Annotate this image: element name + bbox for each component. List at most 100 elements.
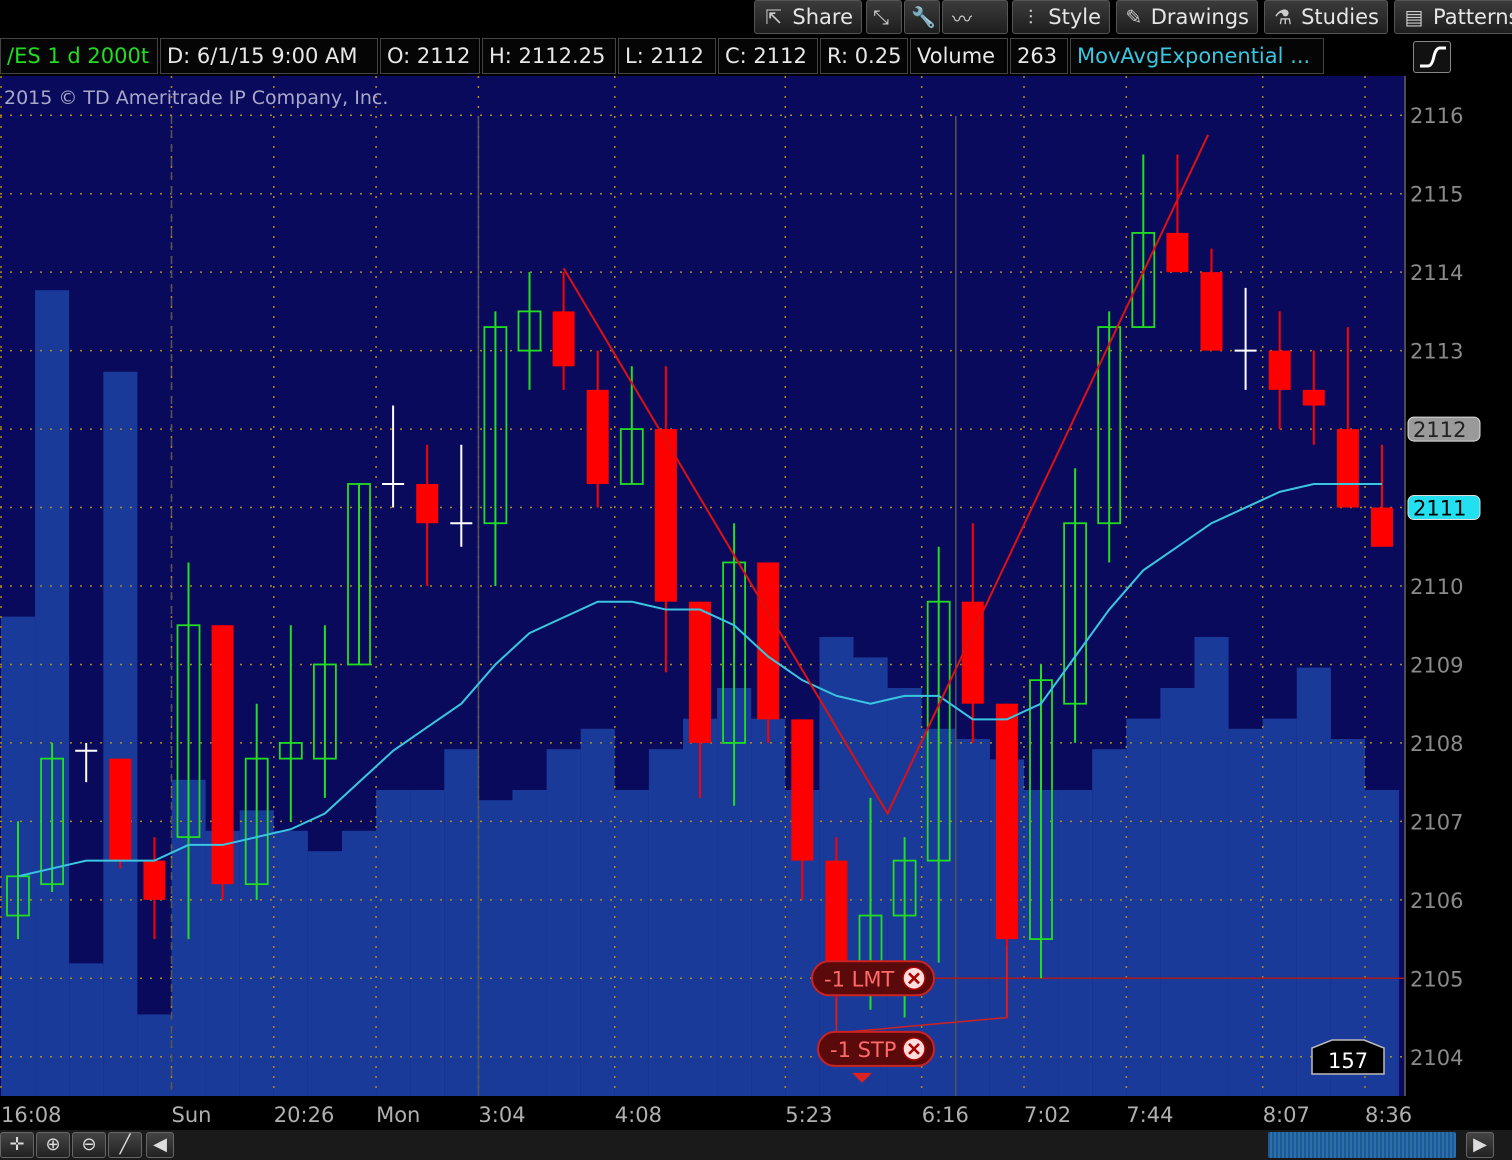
curve-icon xyxy=(1420,46,1446,68)
x-tick-label: 3:04 xyxy=(478,1103,525,1127)
volume-bar xyxy=(1228,728,1263,1096)
y-tick-label: 2109 xyxy=(1410,653,1463,677)
volume-bar xyxy=(1058,790,1093,1096)
y-tick-label: 2115 xyxy=(1410,183,1463,207)
candle-body[interactable] xyxy=(757,562,780,720)
scroll-left-icon[interactable]: ◀ xyxy=(146,1132,174,1158)
x-tick-label: 20:26 xyxy=(274,1103,335,1127)
range-field: R: 0.25 xyxy=(820,38,908,74)
volume-bar xyxy=(955,739,990,1096)
volume-bar xyxy=(1092,749,1127,1096)
volume-bar xyxy=(614,790,649,1096)
info-bar: /ES 1 d 2000t D: 6/1/15 9:00 AM O: 2112 … xyxy=(0,38,1330,74)
copyright-text: 2015 © TD Ameritrade IP Company, Inc. xyxy=(4,87,388,109)
volume-bar xyxy=(69,963,104,1096)
volume-bar xyxy=(1262,718,1297,1096)
volume-bar xyxy=(1194,637,1229,1096)
candle-body[interactable] xyxy=(1371,507,1393,547)
date-field: D: 6/1/15 9:00 AM xyxy=(160,38,378,74)
candle-body[interactable] xyxy=(995,703,1018,940)
volume-bar xyxy=(103,371,138,1096)
volume-bar xyxy=(444,749,479,1096)
candle-body[interactable] xyxy=(552,311,575,367)
arrows-button[interactable]: ⤡ xyxy=(866,0,902,34)
price-marker-label: 2111 xyxy=(1413,497,1466,521)
close-field: C: 2112 xyxy=(718,38,818,74)
y-tick-label: 2110 xyxy=(1410,575,1463,599)
candle-body[interactable] xyxy=(109,758,132,861)
style-button[interactable]: ⫶ Style xyxy=(1012,0,1110,34)
price-chart[interactable]: 2104 2105 2106 2107 2108 2109 2110 2111 2112 2113… xyxy=(0,76,1512,1130)
x-tick-label: 16:08 xyxy=(1,1103,62,1127)
x-tick-label: 6:16 xyxy=(922,1103,969,1127)
y-tick-label: 2108 xyxy=(1410,732,1463,756)
studies-button[interactable]: ⚗ Studies xyxy=(1264,0,1388,34)
draw-line-icon[interactable]: ╱ xyxy=(108,1132,142,1158)
volume-bar xyxy=(546,749,581,1096)
volume-bar xyxy=(1160,688,1195,1096)
y-tick-label: 2107 xyxy=(1410,810,1463,834)
y-tick-label: 2114 xyxy=(1410,261,1463,285)
wrench-button[interactable]: 🔧 xyxy=(904,0,940,34)
wrench-icon: 🔧 xyxy=(911,5,936,29)
arrows-icon: ⤡ xyxy=(873,5,889,29)
x-tick-label: Sun xyxy=(172,1103,212,1127)
open-field: O: 2112 xyxy=(380,38,480,74)
pulse-button[interactable]: 〰 xyxy=(942,0,1008,34)
zoom-in-icon[interactable]: ⊕ xyxy=(36,1132,70,1158)
y-tick-label: 2105 xyxy=(1410,967,1463,991)
symbol-field[interactable]: /ES 1 d 2000t xyxy=(0,38,158,74)
candle-body[interactable] xyxy=(1336,429,1359,508)
x-tick-label: 5:23 xyxy=(785,1103,832,1127)
scroll-right-icon[interactable]: ▶ xyxy=(1466,1132,1494,1158)
y-tick-label: 2106 xyxy=(1410,889,1463,913)
toolbar-label: Style xyxy=(1048,5,1101,29)
x-tick-label: 4:08 xyxy=(615,1103,662,1127)
candle-body[interactable] xyxy=(1200,272,1223,351)
candle-body[interactable] xyxy=(586,389,609,484)
volume-bar xyxy=(580,728,615,1096)
price-marker-label: 2112 xyxy=(1413,418,1466,442)
pencil-icon: ✎ xyxy=(1125,5,1143,29)
zoom-out-icon[interactable]: ⊖ xyxy=(72,1132,106,1158)
volume-bar xyxy=(751,718,786,1096)
volume-bar xyxy=(1296,667,1331,1096)
candle-body[interactable] xyxy=(416,484,439,524)
patterns-icon: ▤ xyxy=(1404,5,1424,29)
candle-body[interactable] xyxy=(1302,389,1325,406)
candle-body[interactable] xyxy=(791,719,814,861)
drawings-button[interactable]: ✎ Drawings xyxy=(1116,0,1258,34)
candle-body[interactable] xyxy=(1166,232,1189,273)
x-tick-label: 7:02 xyxy=(1024,1103,1071,1127)
volume-bar xyxy=(410,790,445,1096)
candle-body[interactable] xyxy=(689,601,711,743)
crosshair-button[interactable]: ✛ xyxy=(0,1132,34,1158)
chart-toolbar: ⇱ Share ⤡ 🔧 〰 ⫶ Style ✎ Drawings ⚗ Studies ▤ Pattern… xyxy=(0,0,1512,36)
study-label[interactable]: MovAvgExponential ... xyxy=(1070,38,1324,74)
bottom-bar: ✛ ⊕ ⊖ ╱ ◀ ▶ xyxy=(0,1130,1512,1160)
x-tick-label: 8:36 xyxy=(1365,1103,1412,1127)
volume-badge-label: 157 xyxy=(1328,1049,1368,1073)
share-button[interactable]: ⇱ Share xyxy=(754,0,862,34)
toolbar-label: Studies xyxy=(1301,5,1379,29)
volume-bar xyxy=(35,290,70,1096)
order-label: -1 STP xyxy=(830,1038,896,1062)
volume-value: 263 xyxy=(1010,38,1068,74)
y-tick-label: 2104 xyxy=(1410,1046,1463,1070)
volume-bar xyxy=(478,800,513,1096)
chart-style-button[interactable] xyxy=(1413,41,1451,73)
volume-bar xyxy=(512,790,547,1096)
scrollbar-thumb[interactable] xyxy=(1268,1132,1456,1158)
high-field: H: 2112.25 xyxy=(482,38,616,74)
low-field: L: 2112 xyxy=(618,38,716,74)
style-icon: ⫶ xyxy=(1028,5,1034,29)
volume-bar xyxy=(376,790,411,1096)
y-tick-label: 2116 xyxy=(1410,104,1463,128)
toolbar-label: Share xyxy=(792,5,853,29)
volume-bar xyxy=(307,851,342,1096)
candle-body[interactable] xyxy=(143,860,166,900)
x-tick-label: Mon xyxy=(376,1103,420,1127)
studies-icon: ⚗ xyxy=(1274,5,1293,29)
patterns-button[interactable]: ▤ Patterns xyxy=(1394,0,1512,34)
candle-body[interactable] xyxy=(1268,350,1291,390)
